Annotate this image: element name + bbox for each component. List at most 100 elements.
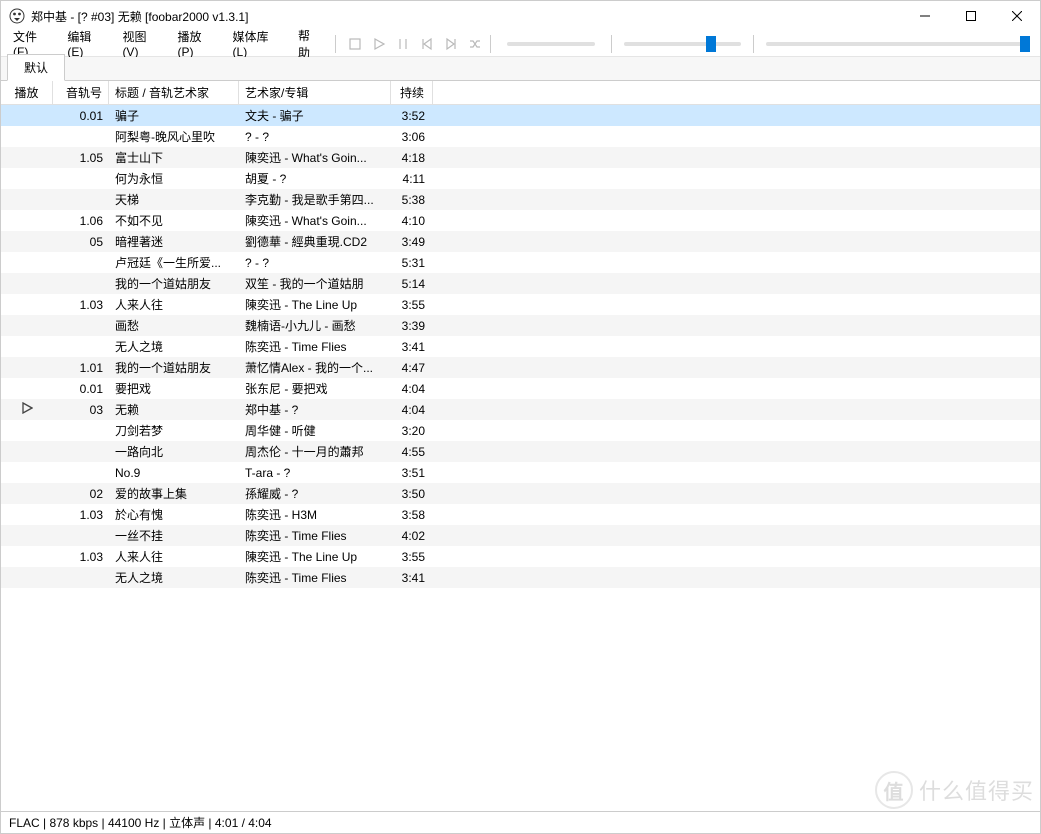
separator [335, 35, 336, 53]
cell-play [1, 240, 53, 244]
cell-artist: 陈奕迅 - H3M [239, 504, 391, 525]
track-row[interactable]: 刀剑若梦周华健 - 听健3:20 [1, 420, 1040, 441]
separator [753, 35, 754, 53]
seek-slider[interactable] [507, 42, 595, 46]
cell-track [53, 576, 109, 580]
track-row[interactable]: 1.03於心有愧陈奕迅 - H3M3:58 [1, 504, 1040, 525]
cell-title: 一丝不挂 [109, 525, 239, 546]
cell-play [1, 400, 53, 419]
cell-track: 1.03 [53, 548, 109, 566]
cell-artist: T-ara - ? [239, 464, 391, 482]
cell-play [1, 492, 53, 496]
cell-title: 画愁 [109, 315, 239, 336]
cell-play [1, 135, 53, 139]
cell-duration: 3:58 [391, 506, 433, 524]
cell-track [53, 345, 109, 349]
track-row[interactable]: 无人之境陈奕迅 - Time Flies3:41 [1, 567, 1040, 588]
track-row[interactable]: 02爱的故事上集孫耀威 - ?3:50 [1, 483, 1040, 504]
track-row[interactable]: 何为永恒胡夏 - ?4:11 [1, 168, 1040, 189]
cell-track [53, 135, 109, 139]
cell-play [1, 324, 53, 328]
cell-duration: 3:41 [391, 338, 433, 356]
track-row[interactable]: 1.03人来人往陳奕迅 - The Line Up3:55 [1, 294, 1040, 315]
window-controls [902, 1, 1040, 31]
cell-artist: 周华健 - 听健 [239, 420, 391, 441]
close-button[interactable] [994, 1, 1040, 31]
prev-button[interactable] [418, 35, 436, 53]
track-row[interactable]: 1.01我的一个道姑朋友萧忆情Alex - 我的一个...4:47 [1, 357, 1040, 378]
play-button[interactable] [370, 35, 388, 53]
cell-track: 0.01 [53, 107, 109, 125]
cell-artist: 陳奕迅 - The Line Up [239, 546, 391, 567]
cell-duration: 3:41 [391, 569, 433, 587]
cell-artist: 李克勤 - 我是歌手第四... [239, 189, 391, 210]
track-row[interactable]: 阿梨粤-晚风心里吹? - ?3:06 [1, 126, 1040, 147]
balance-slider[interactable] [624, 42, 741, 46]
cell-title: 刀剑若梦 [109, 420, 239, 441]
track-row[interactable]: 一路向北周杰伦 - 十一月的蕭邦4:55 [1, 441, 1040, 462]
col-duration[interactable]: 持续 [391, 81, 433, 105]
cell-play [1, 282, 53, 286]
track-row[interactable]: 0.01骗子文夫 - 骗子3:52 [1, 105, 1040, 126]
track-row[interactable]: 一丝不挂陈奕迅 - Time Flies4:02 [1, 525, 1040, 546]
cell-play [1, 261, 53, 265]
cell-artist: 双笙 - 我的一个道姑朋 [239, 273, 391, 294]
col-track[interactable]: 音轨号 [53, 81, 109, 105]
cell-title: 爱的故事上集 [109, 483, 239, 504]
track-row[interactable]: 1.05富士山下陳奕迅 - What's Goin...4:18 [1, 147, 1040, 168]
track-row[interactable]: 天梯李克勤 - 我是歌手第四...5:38 [1, 189, 1040, 210]
track-row[interactable]: 1.06不如不见陳奕迅 - What's Goin...4:10 [1, 210, 1040, 231]
random-button[interactable] [466, 35, 484, 53]
track-row[interactable]: 05暗裡著迷劉德華 - 經典重現.CD23:49 [1, 231, 1040, 252]
cell-title: 我的一个道姑朋友 [109, 357, 239, 378]
cell-duration: 5:14 [391, 275, 433, 293]
cell-artist: 张东尼 - 要把戏 [239, 378, 391, 399]
cell-title: 於心有愧 [109, 504, 239, 525]
track-row[interactable]: 1.03人来人往陳奕迅 - The Line Up3:55 [1, 546, 1040, 567]
cell-play [1, 366, 53, 370]
volume-slider[interactable] [766, 42, 1030, 46]
track-row[interactable]: 无人之境陈奕迅 - Time Flies3:41 [1, 336, 1040, 357]
statusbar: FLAC | 878 kbps | 44100 Hz | 立体声 | 4:01 … [1, 811, 1040, 833]
volume-thumb[interactable] [1020, 36, 1030, 52]
cell-play [1, 471, 53, 475]
cell-play [1, 303, 53, 307]
track-row[interactable]: 画愁魏楠语-小九儿 - 画愁3:39 [1, 315, 1040, 336]
cell-track: 02 [53, 485, 109, 503]
balance-thumb[interactable] [706, 36, 716, 52]
maximize-button[interactable] [948, 1, 994, 31]
cell-artist: 陳奕迅 - What's Goin... [239, 210, 391, 231]
cell-title: 暗裡著迷 [109, 231, 239, 252]
playlist-tabbar: 默认 [1, 57, 1040, 81]
pause-button[interactable] [394, 35, 412, 53]
cell-artist: 萧忆情Alex - 我的一个... [239, 357, 391, 378]
cell-duration: 4:02 [391, 527, 433, 545]
col-play[interactable]: 播放 [1, 81, 53, 105]
col-artist[interactable]: 艺术家/专辑 [239, 81, 391, 105]
track-row[interactable]: 03无赖郑中基 - ?4:04 [1, 399, 1040, 420]
stop-button[interactable] [346, 35, 364, 53]
cell-track: 1.05 [53, 149, 109, 167]
tab-default[interactable]: 默认 [7, 54, 65, 81]
cell-title: 富士山下 [109, 147, 239, 168]
track-row[interactable]: 0.01要把戏张东尼 - 要把戏4:04 [1, 378, 1040, 399]
cell-track: 05 [53, 233, 109, 251]
cell-duration: 4:47 [391, 359, 433, 377]
cell-duration: 3:52 [391, 107, 433, 125]
cell-track: 1.03 [53, 506, 109, 524]
col-title[interactable]: 标题 / 音轨艺术家 [109, 81, 239, 105]
menubar: 文件(F) 编辑(E) 视图(V) 播放(P) 媒体库(L) 帮助 [1, 31, 1040, 57]
cell-duration: 4:10 [391, 212, 433, 230]
cell-title: 骗子 [109, 105, 239, 126]
cell-title: 人来人往 [109, 546, 239, 567]
next-button[interactable] [442, 35, 460, 53]
minimize-button[interactable] [902, 1, 948, 31]
cell-title: 阿梨粤-晚风心里吹 [109, 126, 239, 147]
track-row[interactable]: No.9T-ara - ?3:51 [1, 462, 1040, 483]
cell-title: 无人之境 [109, 567, 239, 588]
cell-artist: 胡夏 - ? [239, 168, 391, 189]
cell-duration: 4:18 [391, 149, 433, 167]
track-row[interactable]: 我的一个道姑朋友双笙 - 我的一个道姑朋5:14 [1, 273, 1040, 294]
cell-duration: 3:49 [391, 233, 433, 251]
track-row[interactable]: 卢冠廷《一生所爱...? - ?5:31 [1, 252, 1040, 273]
